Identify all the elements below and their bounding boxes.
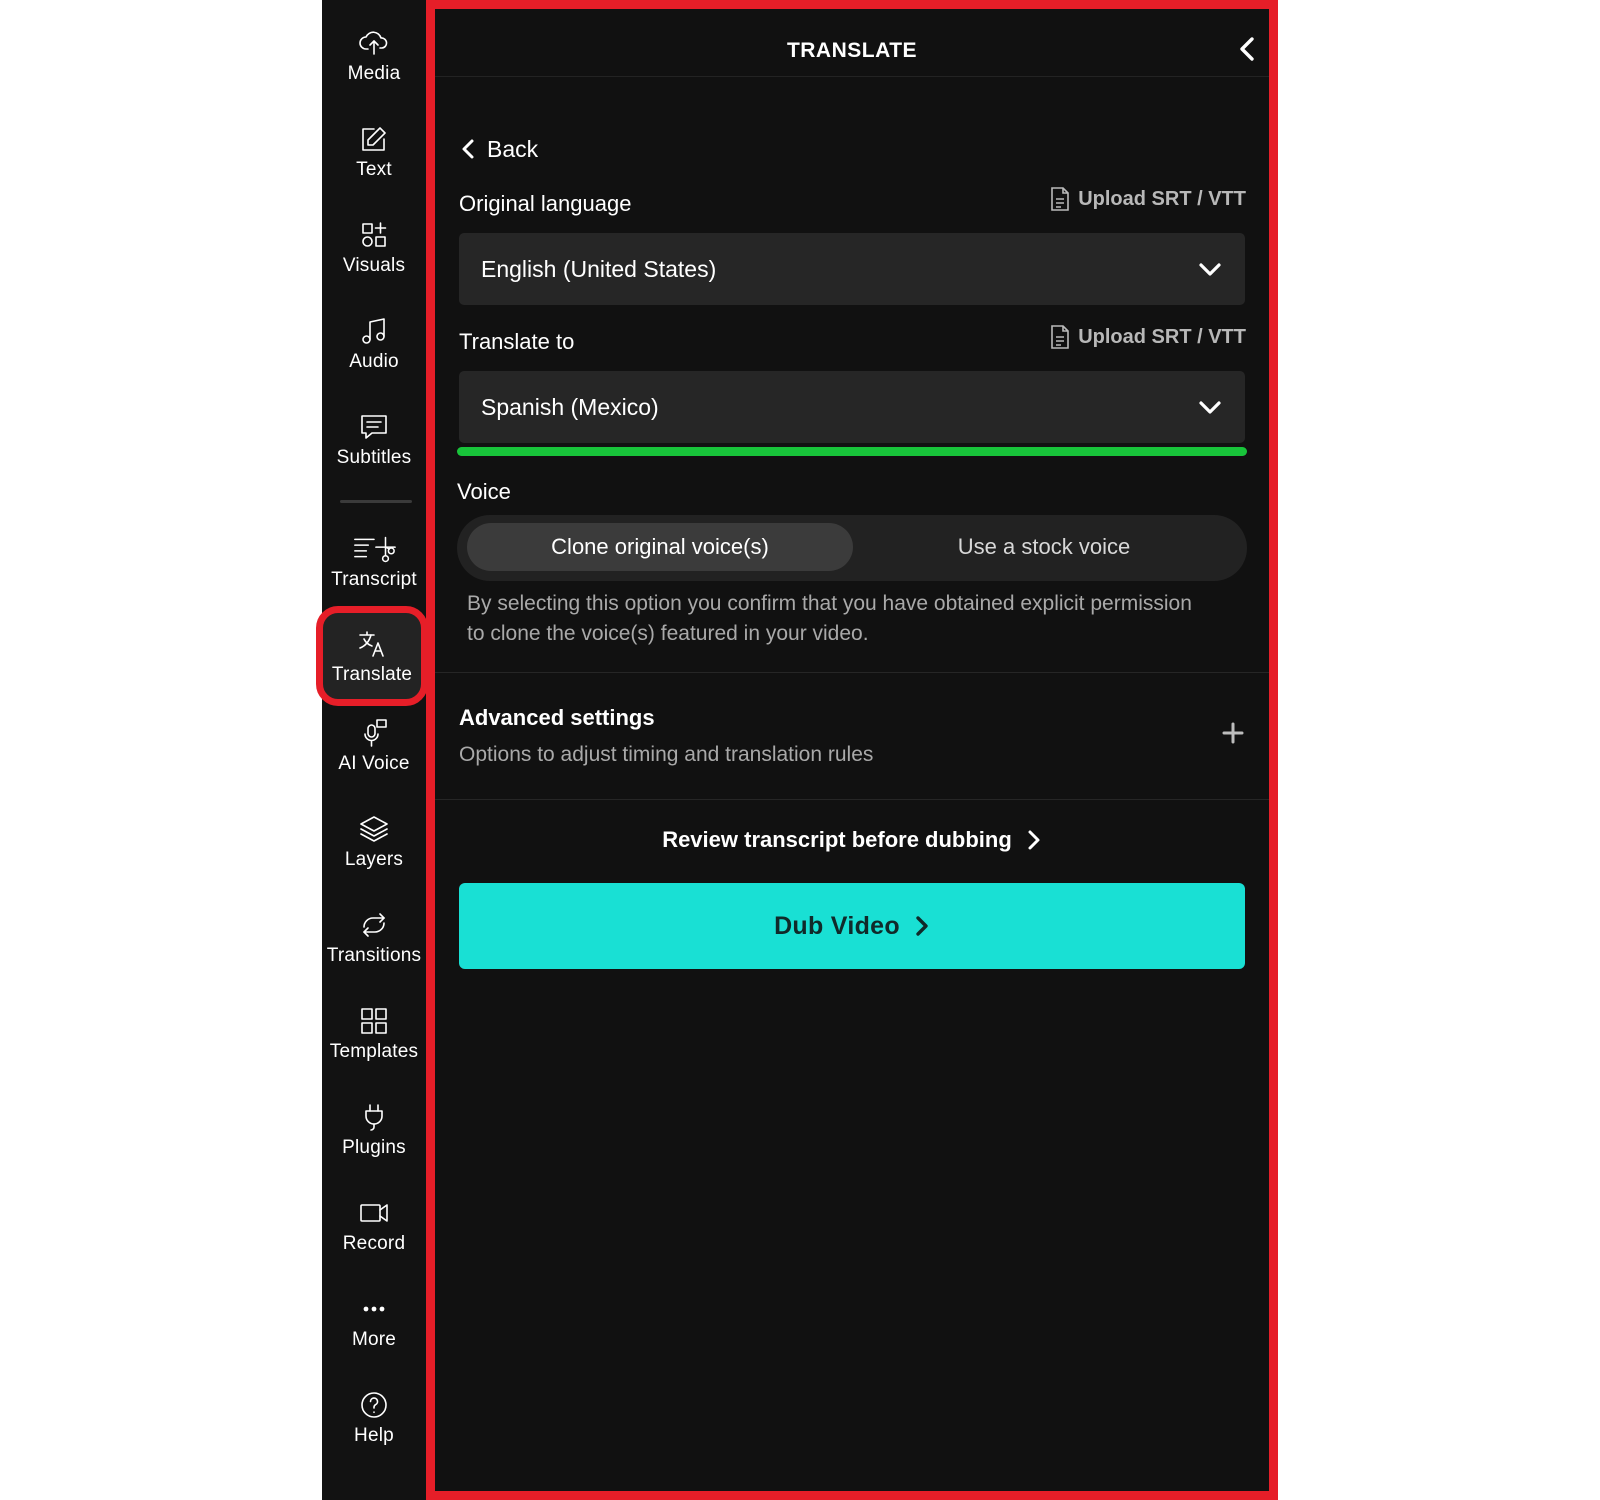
- voice-disclaimer: By selecting this option you confirm tha…: [467, 592, 1192, 645]
- sidebar-item-translate[interactable]: Translate: [316, 606, 428, 706]
- sidebar-item-templates[interactable]: Templates: [322, 990, 426, 1076]
- sidebar-item-label: Help: [354, 1425, 394, 1446]
- transitions-loop-icon: [356, 907, 392, 943]
- sidebar-item-label: Audio: [349, 351, 399, 372]
- sidebar-item-label: Transcript: [331, 569, 417, 590]
- file-icon: [1051, 187, 1070, 211]
- grid-icon: [356, 1003, 392, 1039]
- advanced-settings-toggle[interactable]: Advanced settings Options to adjust timi…: [435, 675, 1269, 799]
- sidebar-item-label: Plugins: [342, 1137, 406, 1158]
- chevron-left-icon: [462, 139, 474, 159]
- sidebar-item-label: Visuals: [342, 255, 406, 276]
- sidebar-item-subtitles[interactable]: Subtitles: [322, 396, 426, 482]
- advanced-settings-subtitle: Options to adjust timing and translation…: [459, 743, 874, 766]
- chevron-down-icon: [1197, 395, 1223, 419]
- dub-video-button[interactable]: Dub Video: [459, 883, 1245, 969]
- translate-to-select[interactable]: Spanish (Mexico): [459, 371, 1245, 443]
- chevron-left-icon: [1240, 37, 1254, 61]
- dub-video-label: Dub Video: [774, 911, 900, 940]
- sidebar-item-label: More: [351, 1329, 397, 1350]
- sidebar-item-label: Transitions: [326, 945, 422, 966]
- original-language-label: Original language: [459, 191, 632, 216]
- upload-cloud-icon: [356, 25, 392, 61]
- chevron-right-icon: [916, 916, 928, 936]
- edit-text-icon: [356, 121, 392, 157]
- layers-icon: [356, 811, 392, 847]
- plus-icon: [1221, 721, 1245, 745]
- sidebar-item-label: Record: [342, 1233, 406, 1254]
- upload-srt-original-button[interactable]: Upload SRT / VTT: [1050, 186, 1246, 212]
- sidebar-item-text[interactable]: Text: [322, 108, 426, 194]
- panel-header: TRANSLATE: [435, 9, 1269, 77]
- transcript-scissors-icon: [349, 531, 399, 567]
- translate-to-value: Spanish (Mexico): [481, 394, 659, 420]
- original-language-value: English (United States): [481, 256, 717, 282]
- sidebar-divider: [340, 500, 412, 503]
- upload-srt-label: Upload SRT / VTT: [1078, 187, 1246, 210]
- review-transcript-label: Review transcript before dubbing: [662, 827, 1012, 852]
- sidebar-item-label: Templates: [329, 1041, 419, 1062]
- original-language-select[interactable]: English (United States): [459, 233, 1245, 305]
- sidebar-item-more[interactable]: More: [322, 1278, 426, 1364]
- review-transcript-button[interactable]: Review transcript before dubbing: [435, 827, 1269, 853]
- more-dots-icon: [356, 1291, 392, 1327]
- music-note-icon: [356, 313, 392, 349]
- translate-icon: [354, 626, 390, 662]
- upload-srt-target-button[interactable]: Upload SRT / VTT: [1050, 324, 1246, 350]
- sidebar-item-transitions[interactable]: Transitions: [322, 894, 426, 980]
- sidebar-item-help[interactable]: Help: [322, 1374, 426, 1460]
- back-label: Back: [487, 135, 539, 162]
- sidebar-item-label: Layers: [344, 849, 404, 870]
- file-icon: [1051, 325, 1070, 349]
- chat-lines-icon: [356, 409, 392, 445]
- collapse-panel-button[interactable]: [1235, 35, 1263, 65]
- advanced-settings-title: Advanced settings: [459, 705, 655, 730]
- sidebar-item-record[interactable]: Record: [322, 1182, 426, 1268]
- sidebar-item-visuals[interactable]: Visuals: [322, 204, 426, 290]
- sidebar: Media Text Visuals Audio Subtitles Trans…: [316, 0, 428, 1500]
- back-button[interactable]: Back: [459, 132, 538, 166]
- stock-voice-option[interactable]: Use a stock voice: [851, 523, 1237, 571]
- section-divider: [435, 799, 1269, 800]
- sidebar-item-media[interactable]: Media: [322, 12, 426, 98]
- translate-to-label: Translate to: [459, 329, 575, 354]
- sidebar-item-label: Translate: [331, 664, 413, 685]
- plug-icon: [356, 1099, 392, 1135]
- sidebar-item-label: Media: [347, 63, 401, 84]
- sidebar-item-label: Text: [356, 159, 392, 180]
- microphone-icon: [356, 715, 392, 751]
- sidebar-item-label: Subtitles: [336, 447, 412, 468]
- sidebar-item-audio[interactable]: Audio: [322, 300, 426, 386]
- progress-fill: [457, 447, 1247, 456]
- shapes-plus-icon: [356, 217, 392, 253]
- voice-label: Voice: [457, 479, 511, 504]
- upload-srt-label: Upload SRT / VTT: [1078, 325, 1246, 348]
- sidebar-item-ai-voice[interactable]: AI Voice: [322, 702, 426, 788]
- chevron-right-icon: [1028, 830, 1040, 850]
- sidebar-item-layers[interactable]: Layers: [322, 798, 426, 884]
- section-divider: [435, 672, 1269, 673]
- sidebar-item-plugins[interactable]: Plugins: [322, 1086, 426, 1172]
- translate-panel: TRANSLATE Back Original language Upload …: [426, 0, 1278, 1500]
- sidebar-item-transcript[interactable]: Transcript: [322, 518, 426, 604]
- help-circle-icon: [356, 1387, 392, 1423]
- progress-bar: [457, 447, 1247, 456]
- clone-voice-option[interactable]: Clone original voice(s): [467, 523, 853, 571]
- voice-toggle: Clone original voice(s) Use a stock voic…: [457, 515, 1247, 581]
- sidebar-item-label: AI Voice: [338, 753, 410, 774]
- chevron-down-icon: [1197, 257, 1223, 281]
- panel-title: TRANSLATE: [786, 39, 918, 62]
- camera-icon: [356, 1195, 392, 1231]
